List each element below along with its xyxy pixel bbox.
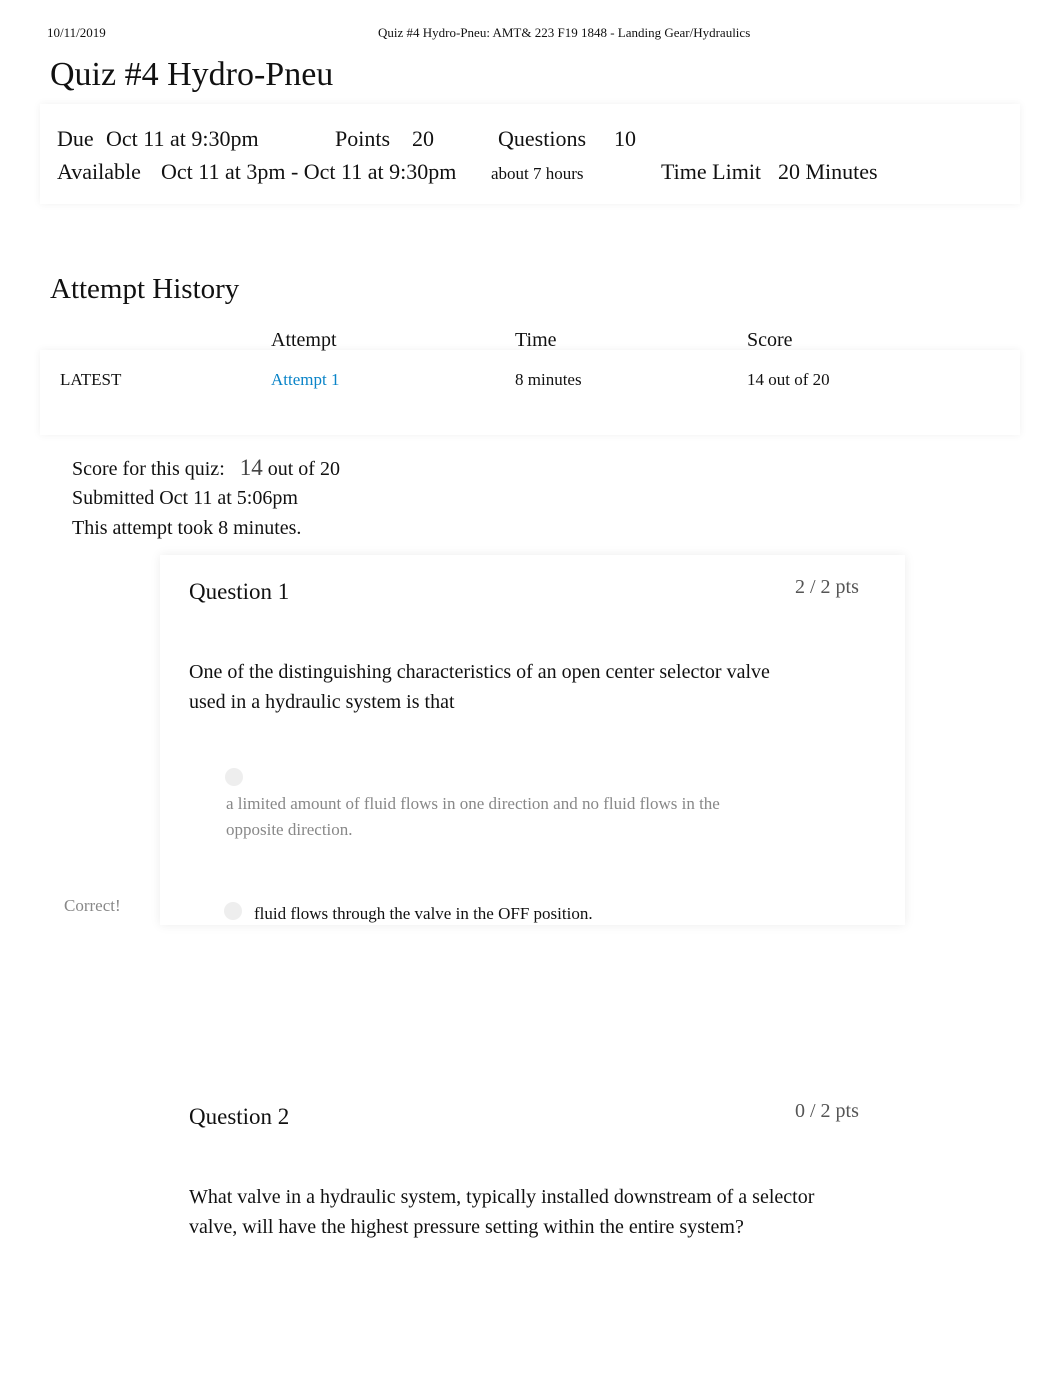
due-label: Due [57,126,94,151]
answer-radio[interactable] [225,768,243,786]
question-1-card [160,555,905,925]
time-limit-label: Time Limit [661,159,762,184]
attempt-table [40,350,1020,435]
page-title: Quiz #4 Hydro-Pneu [50,56,334,93]
col-score: Score [747,329,793,351]
question-2-title: Question 2 [189,1104,290,1129]
time-limit-value: 20 Minutes [778,159,878,184]
question-2-text: What valve in a hydraulic system, typica… [189,1186,815,1238]
answer-option-selected: fluid flows through the valve in the OFF… [254,904,593,923]
question-1-title: Question 1 [189,579,290,604]
available-label: Available [57,159,141,184]
score-line: Score for this quiz: 14 out of 20 [72,455,340,481]
col-time: Time [515,329,557,351]
page: 10/11/2019 Quiz #4 Hydro-Pneu: AMT& 223 … [0,0,1062,1377]
available-duration: about 7 hours [491,164,584,183]
questions-label: Questions [498,126,586,151]
due-value: Oct 11 at 9:30pm [106,126,259,151]
score-suffix: out of 20 [267,458,340,480]
question-1-text: One of the distinguishing characteristic… [189,661,770,713]
points-value: 20 [412,126,434,151]
questions-value: 10 [614,126,636,151]
row-time: 8 minutes [515,370,582,389]
score-value: 14 [239,455,263,480]
row-score: 14 out of 20 [747,370,830,389]
submitted-text: Submitted Oct 11 at 5:06pm [72,487,298,509]
col-attempt: Attempt [271,329,337,351]
available-value: Oct 11 at 3pm - Oct 11 at 9:30pm [161,159,457,184]
quiz-details [40,104,1020,204]
answer-radio[interactable] [224,902,242,920]
duration-text: This attempt took 8 minutes. [72,517,302,539]
attempt-history-heading: Attempt History [50,273,240,305]
points-label: Points [335,126,391,151]
attempt-link[interactable]: Attempt 1 [271,370,339,390]
answer-option: a limited amount of fluid flows in one d… [226,794,720,839]
question-2-points: 0 / 2 pts [795,1100,859,1122]
score-label: Score for this quiz: [72,458,225,480]
print-date: 10/11/2019 [47,25,106,40]
question-1-points: 2 / 2 pts [795,576,859,598]
print-title: Quiz #4 Hydro-Pneu: AMT& 223 F19 1848 - … [378,25,751,40]
row-status: LATEST [60,370,122,389]
correct-feedback: Correct! [64,896,121,915]
